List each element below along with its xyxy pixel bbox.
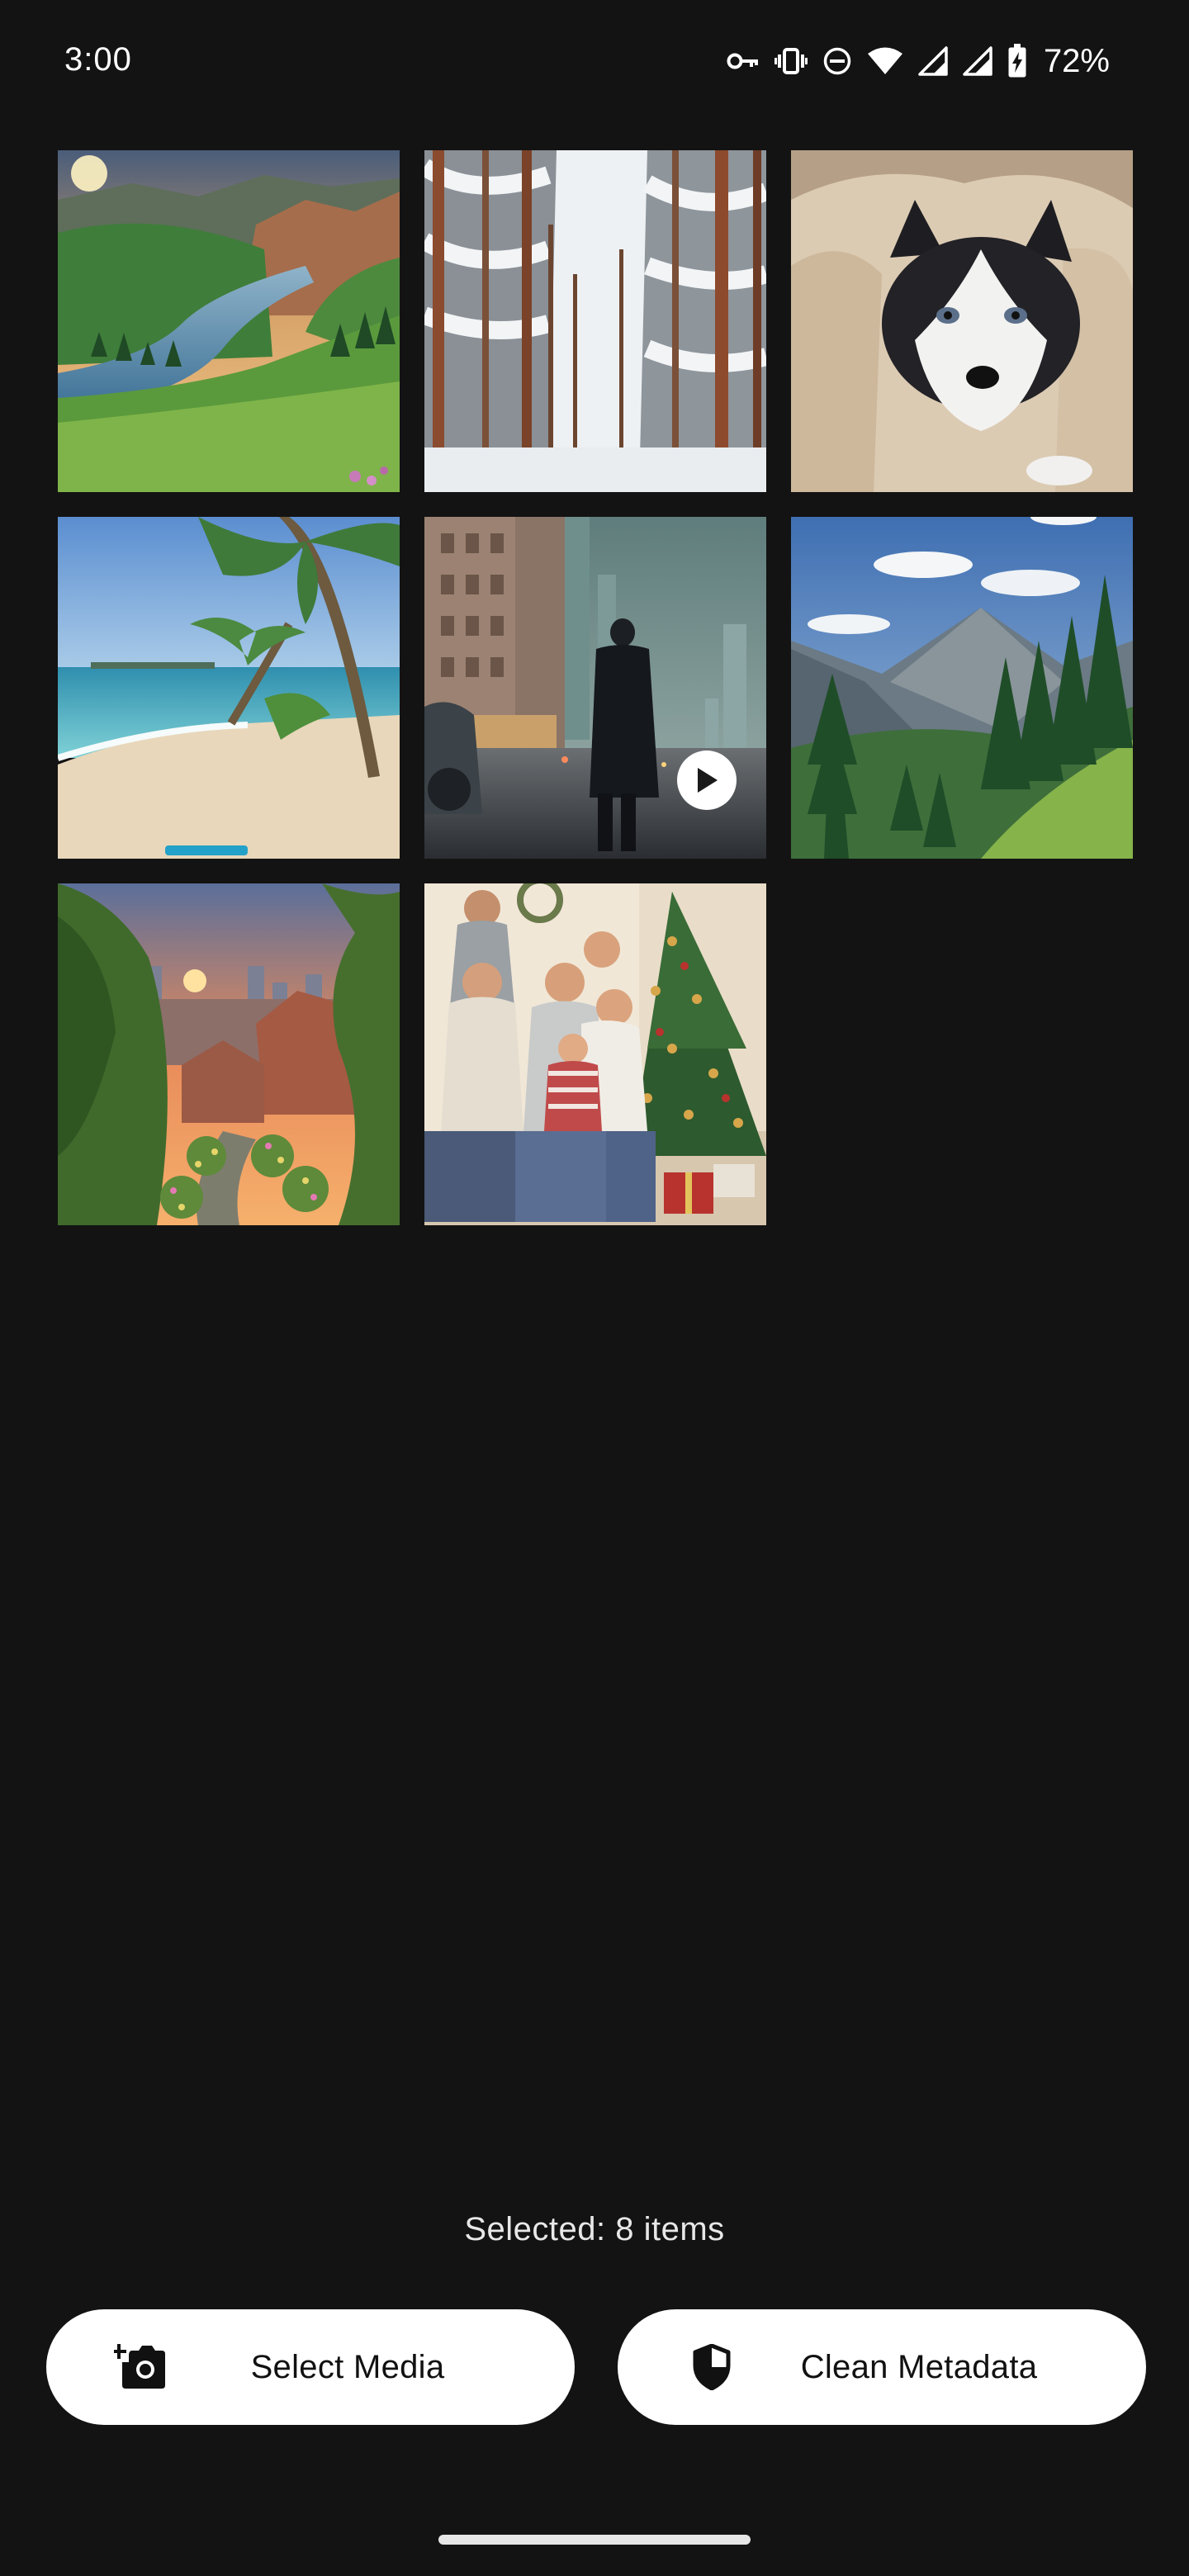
home-indicator-bar[interactable] — [438, 2535, 751, 2545]
status-time: 3:00 — [64, 41, 132, 78]
family-christmas-tree-thumbnail[interactable] — [424, 883, 766, 1225]
battery-charging-icon — [1007, 44, 1027, 78]
rainy-city-street-thumbnail[interactable] — [424, 517, 766, 859]
select-media-button[interactable]: Select Media — [46, 2309, 575, 2425]
clean-metadata-button[interactable]: Clean Metadata — [618, 2309, 1146, 2425]
select-media-label: Select Media — [250, 2349, 445, 2385]
selected-count-text: Selected: 8 items — [464, 2211, 725, 2247]
status-icons: 72% — [727, 38, 1110, 84]
battery-percentage: 72% — [1043, 43, 1110, 79]
media-grid — [58, 150, 1133, 1225]
tropical-beach-thumbnail[interactable] — [58, 517, 400, 859]
cell-signal-icon — [918, 46, 948, 76]
key-icon — [727, 50, 760, 73]
video-play-badge — [677, 751, 737, 810]
mountain-pine-forest-thumbnail[interactable] — [791, 517, 1133, 859]
cell-signal-icon — [963, 46, 992, 76]
husky-in-blanket-thumbnail[interactable] — [791, 150, 1133, 492]
clean-metadata-label: Clean Metadata — [800, 2349, 1038, 2385]
status-bar: 3:00 72% — [0, 0, 1189, 116]
sunset-town-garden-thumbnail[interactable] — [58, 883, 400, 1225]
do-not-disturb-icon — [822, 46, 852, 76]
wifi-icon — [867, 46, 903, 76]
mountain-river-valley-thumbnail[interactable] — [58, 150, 400, 492]
play-icon — [698, 768, 718, 793]
snowy-forest-thumbnail[interactable] — [424, 150, 766, 492]
vibrate-icon — [774, 45, 808, 78]
